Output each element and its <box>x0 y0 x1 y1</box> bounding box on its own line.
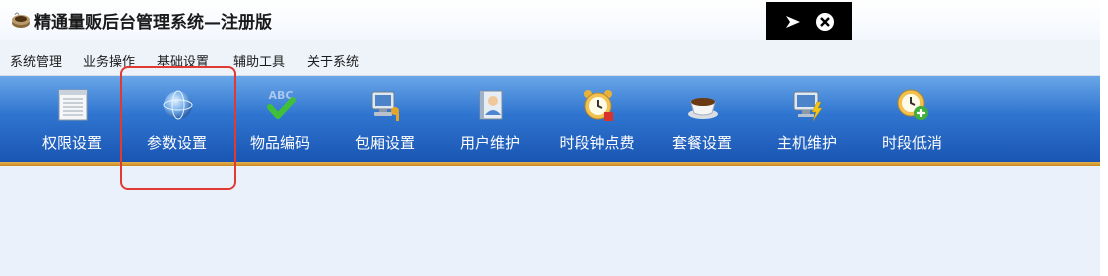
window-title: 精通量贩后台管理系统—注册版 <box>34 13 272 33</box>
clock-add-icon <box>897 89 928 120</box>
toolbar-label: 物品编码 <box>249 134 310 152</box>
overlay-controls <box>766 2 852 42</box>
toolbar-permission-settings[interactable]: 权限设置 <box>22 80 122 160</box>
computer-key-icon <box>371 91 399 121</box>
abc-check-icon: ABC <box>267 89 296 119</box>
menu-system-management[interactable]: 系统管理 <box>10 51 62 70</box>
toolbar-label: 包厢设置 <box>354 134 415 152</box>
toolbar-package-settings[interactable]: 套餐设置 <box>652 80 752 160</box>
toolbar-item-coding[interactable]: ABC 物品编码 <box>230 80 330 160</box>
menu-auxiliary-tools[interactable]: 辅助工具 <box>233 51 285 70</box>
monitor-lightning-icon <box>793 91 823 122</box>
toolbar-label: 时段钟点费 <box>559 134 635 152</box>
toolbar-label: 主机维护 <box>776 134 837 152</box>
toolbar-hourly-fee[interactable]: 时段钟点费 <box>547 80 647 160</box>
alarm-clock-icon <box>584 90 613 121</box>
send-icon[interactable] <box>782 11 804 33</box>
coffee-cup-icon <box>688 98 718 119</box>
toolbar-label: 用户维护 <box>459 134 520 152</box>
toolbar-period-min-consumption[interactable]: 时段低消 <box>862 80 962 160</box>
toolbar-label: 套餐设置 <box>671 134 732 152</box>
toolbar-host-maintenance[interactable]: 主机维护 <box>757 80 857 160</box>
toolbar-label: 权限设置 <box>41 134 102 152</box>
close-circle-icon[interactable] <box>814 11 836 33</box>
highlight-annotation <box>120 66 236 190</box>
list-document-icon <box>58 89 88 121</box>
toolbar-room-settings[interactable]: 包厢设置 <box>335 80 435 160</box>
app-cup-icon <box>12 12 30 28</box>
toolbar-label: 时段低消 <box>881 134 942 152</box>
menu-about-system[interactable]: 关于系统 <box>307 51 359 70</box>
user-book-icon <box>479 90 503 120</box>
toolbar-user-maintenance[interactable]: 用户维护 <box>440 80 540 160</box>
title-bar: 精通量贩后台管理系统—注册版 <box>0 0 1100 42</box>
